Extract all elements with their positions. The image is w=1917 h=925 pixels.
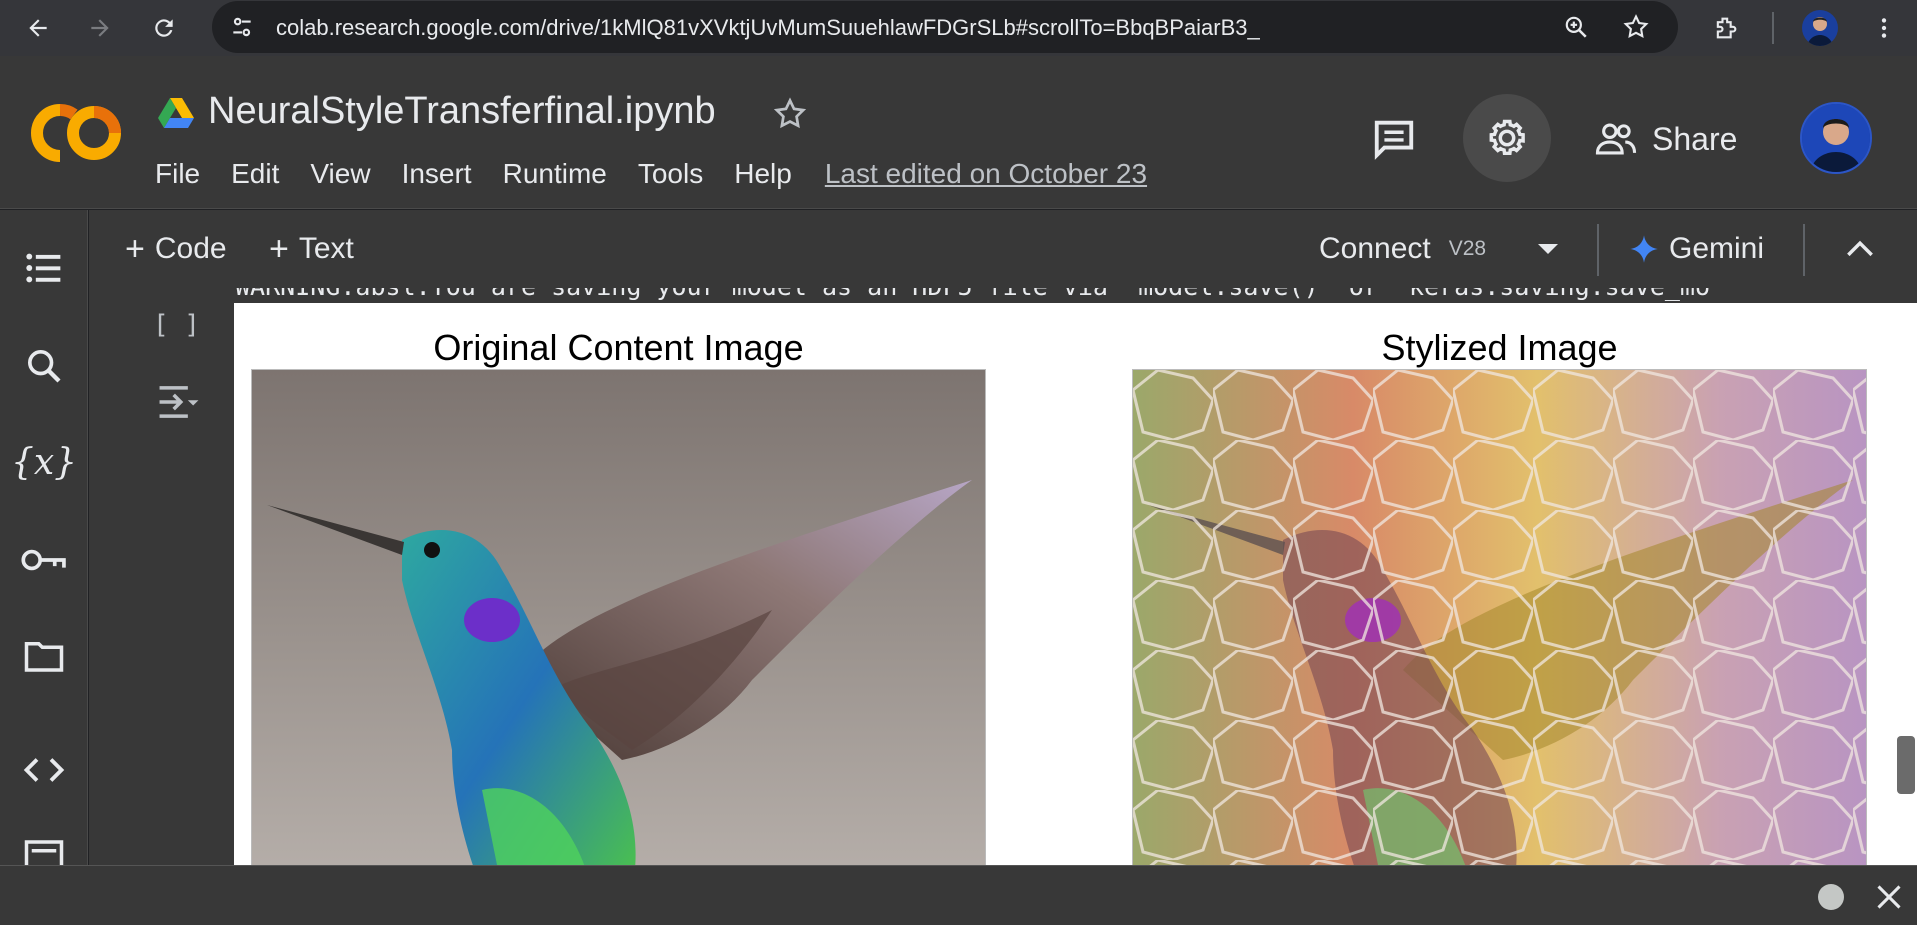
menu-file[interactable]: File (155, 158, 200, 190)
bookmark-star-icon[interactable] (1620, 11, 1652, 43)
forward-icon[interactable] (80, 8, 120, 48)
add-code-label: Code (154, 232, 227, 265)
people-icon (1595, 123, 1637, 155)
figure-title-original: Original Content Image (433, 327, 804, 368)
close-icon[interactable] (1872, 880, 1906, 914)
last-edited-link[interactable]: Last edited on October 23 (825, 158, 1147, 190)
menu-view[interactable]: View (310, 158, 370, 190)
settings-gear-icon[interactable] (1463, 94, 1551, 182)
colab-header: NeuralStyleTransferfinal.ipynb File Edit… (0, 56, 1917, 209)
chevron-down-icon[interactable] (1536, 242, 1560, 256)
add-text-cell-button[interactable]: + Text (269, 228, 354, 270)
execution-count[interactable]: [ ] (153, 310, 200, 340)
runtime-status-indicator[interactable] (1818, 884, 1844, 910)
files-folder-icon[interactable] (18, 630, 70, 682)
toolbar-divider (1803, 224, 1805, 276)
address-bar[interactable]: colab.research.google.com/drive/1kMlQ81v… (212, 1, 1678, 53)
collapse-header-icon[interactable] (1839, 228, 1881, 270)
profile-avatar[interactable] (1802, 10, 1838, 46)
output-actions-icon[interactable] (155, 378, 203, 426)
notebook-toolbar: + Code + Text Connect V28 Gemini (89, 210, 1917, 288)
plus-icon: + (125, 230, 145, 268)
reload-icon[interactable] (144, 8, 184, 48)
connect-button[interactable]: Connect V28 (1319, 228, 1560, 270)
original-content-image (251, 369, 986, 865)
back-icon[interactable] (18, 8, 58, 48)
toolbar-divider (1772, 12, 1774, 44)
add-text-label: Text (298, 232, 354, 265)
menu-tools[interactable]: Tools (638, 158, 703, 190)
left-sidebar: {x} (0, 210, 88, 872)
site-settings-icon[interactable] (226, 11, 258, 43)
menu-bar: File Edit View Insert Runtime Tools Help… (155, 154, 1147, 194)
menu-edit[interactable]: Edit (231, 158, 279, 190)
table-of-contents-icon[interactable] (18, 242, 70, 294)
more-menu-icon[interactable] (1864, 8, 1904, 48)
cell-warning-output: WARNING:absl:You are saving your model a… (235, 288, 1710, 301)
url-text[interactable]: colab.research.google.com/drive/1kMlQ81v… (276, 15, 1260, 41)
plus-icon: + (269, 230, 289, 268)
variables-icon[interactable]: {x} (11, 436, 77, 488)
extensions-icon[interactable] (1706, 8, 1746, 48)
notebook-body: WARNING:absl:You are saving your model a… (89, 288, 1917, 865)
zoom-icon[interactable] (1560, 11, 1592, 43)
menu-help[interactable]: Help (734, 158, 792, 190)
runtime-type-label: V28 (1448, 237, 1487, 260)
secrets-key-icon[interactable] (18, 534, 70, 586)
output-figure: Original Content Image Stylized Image (234, 303, 1917, 865)
share-label: Share (1652, 120, 1738, 157)
stylized-image (1132, 369, 1867, 865)
gemini-label: Gemini (1669, 232, 1765, 265)
figure-title-stylized: Stylized Image (1381, 327, 1618, 368)
comments-icon[interactable] (1366, 110, 1422, 166)
account-avatar[interactable] (1800, 102, 1872, 174)
google-drive-icon[interactable] (158, 96, 194, 128)
browser-toolbar: colab.research.google.com/drive/1kMlQ81v… (0, 0, 1917, 56)
gemini-button[interactable]: Gemini (1629, 228, 1764, 270)
colab-logo[interactable] (30, 102, 122, 164)
share-button[interactable]: Share (1594, 114, 1737, 164)
menu-runtime[interactable]: Runtime (503, 158, 607, 190)
connect-label: Connect (1319, 232, 1431, 265)
add-code-cell-button[interactable]: + Code (125, 228, 227, 270)
code-snippets-icon[interactable] (18, 744, 70, 796)
notebook-scrollbar-thumb[interactable] (1897, 736, 1915, 794)
search-icon[interactable] (18, 340, 70, 392)
gemini-sparkle-icon (1630, 235, 1658, 263)
menu-insert[interactable]: Insert (402, 158, 472, 190)
notebook-title[interactable]: NeuralStyleTransferfinal.ipynb (208, 90, 716, 133)
status-bar (0, 865, 1917, 925)
toolbar-divider (1597, 224, 1599, 276)
star-notebook-icon[interactable] (768, 92, 812, 136)
